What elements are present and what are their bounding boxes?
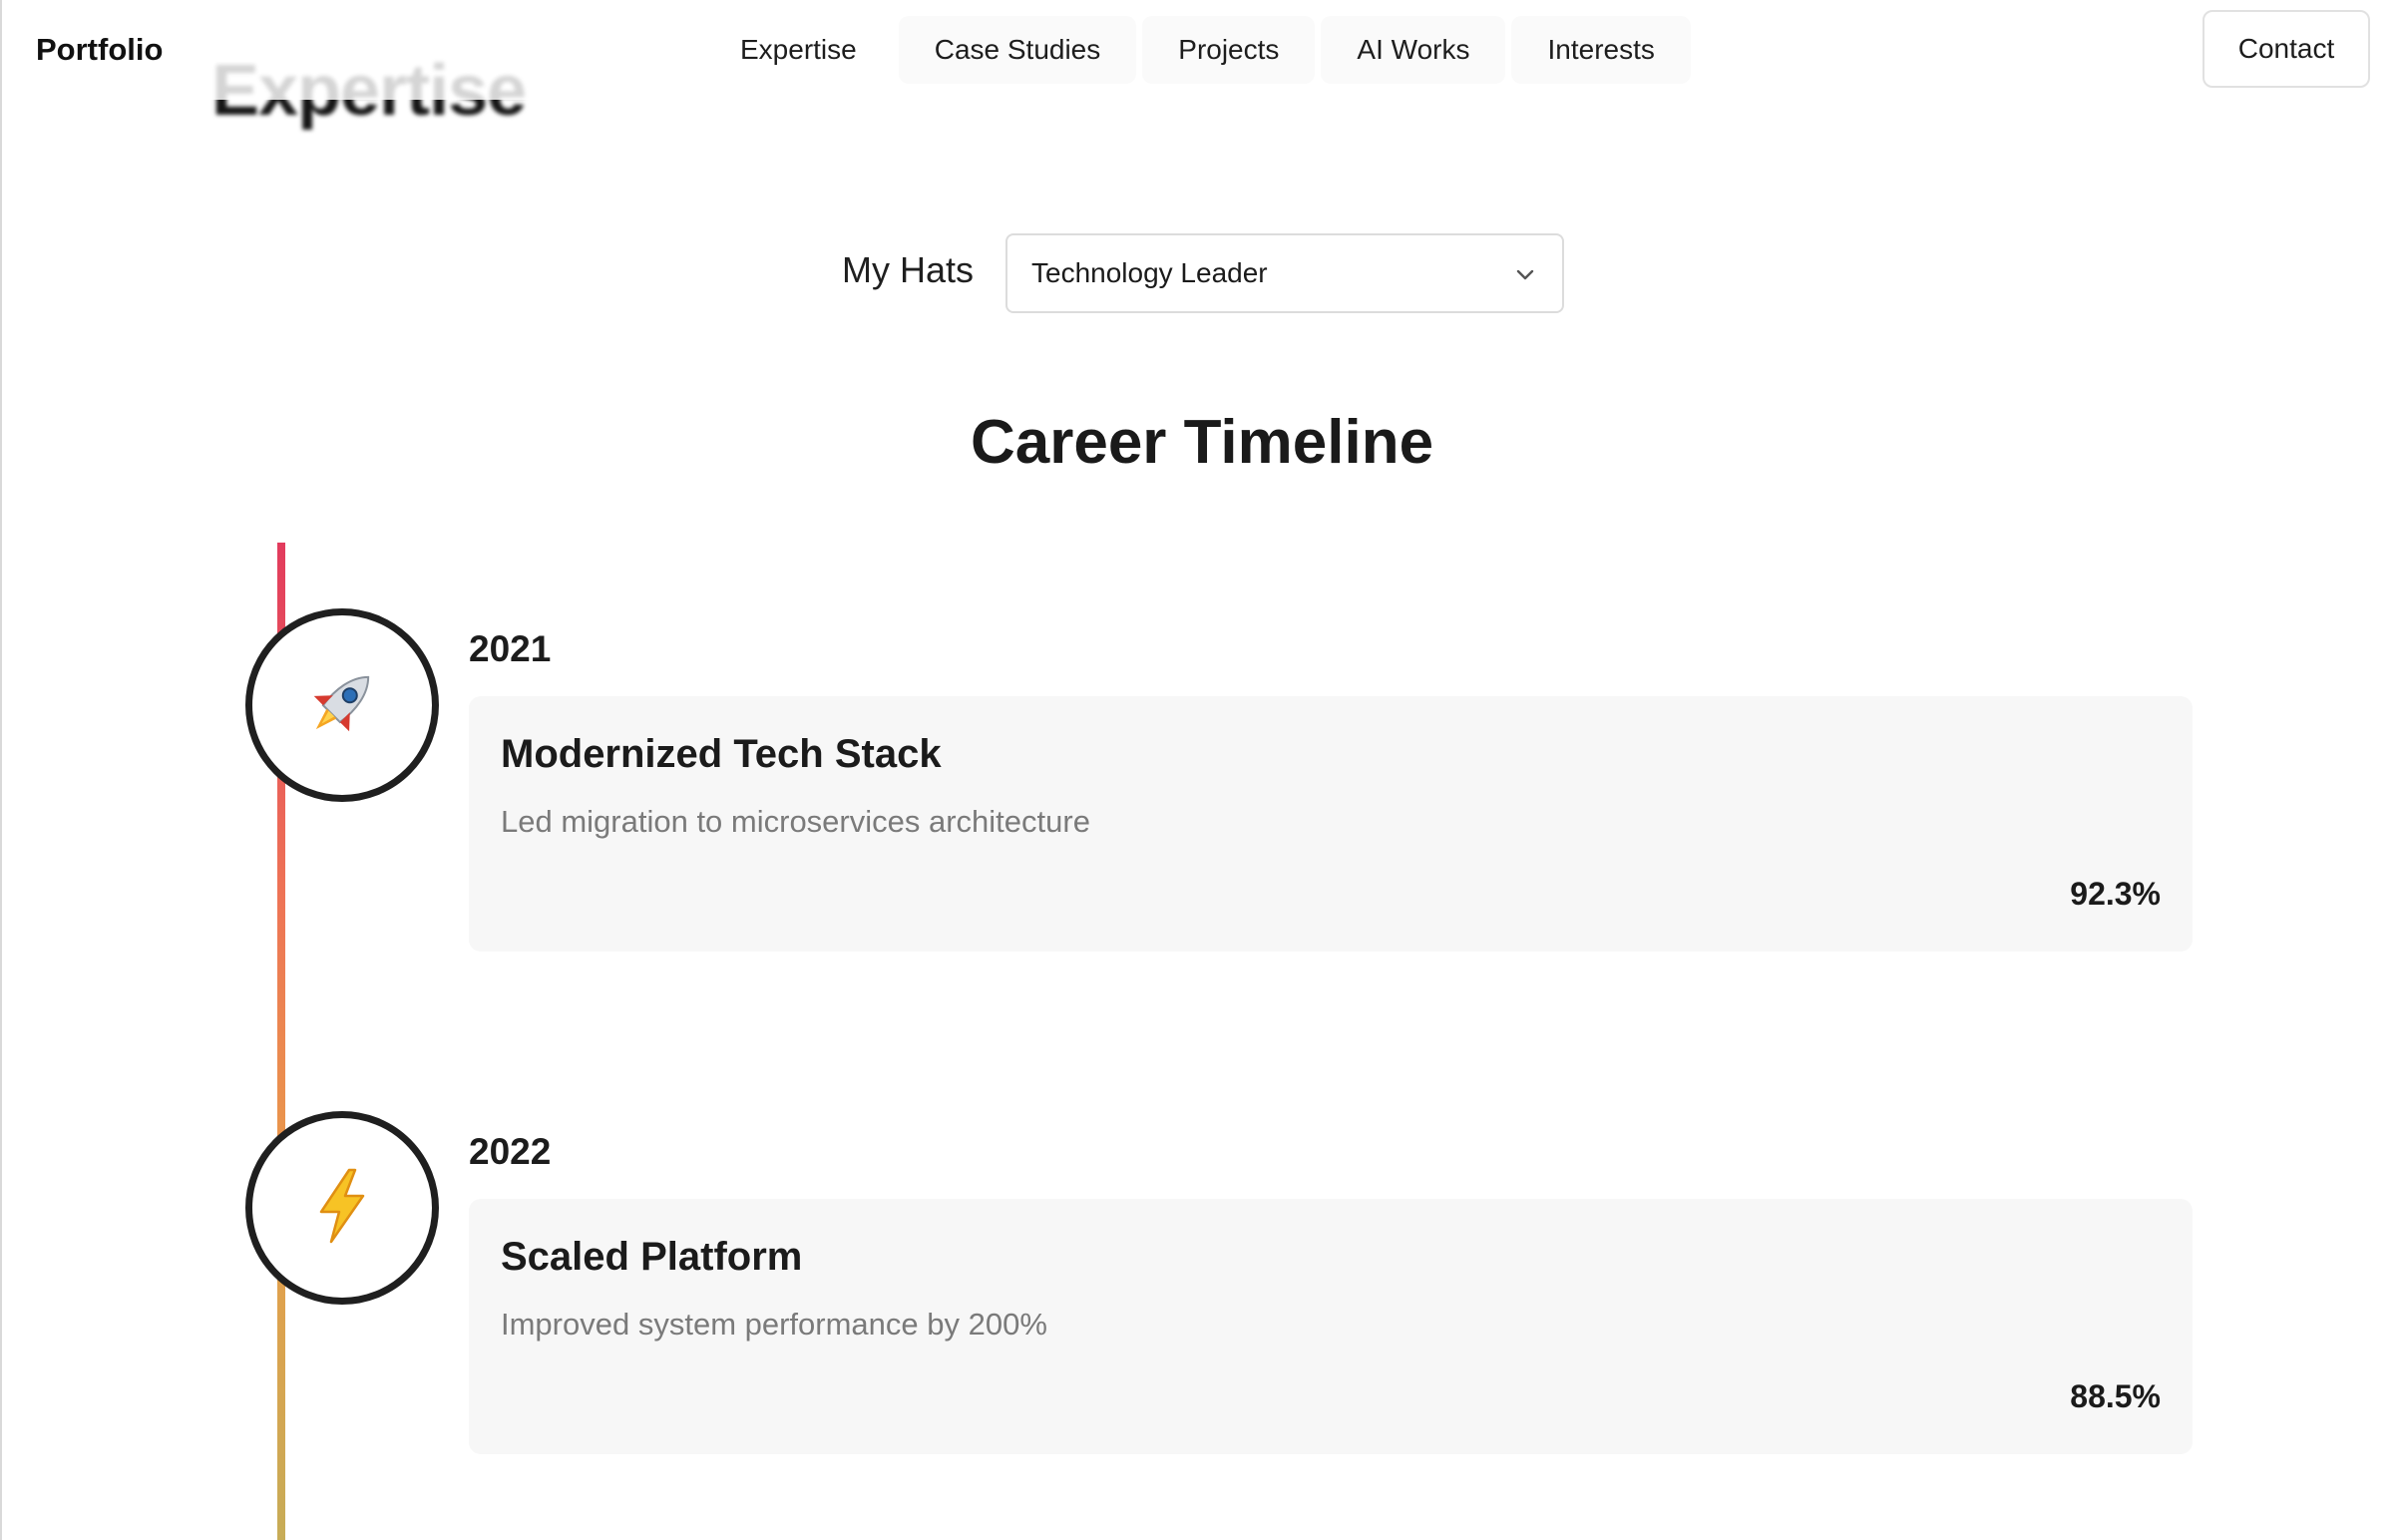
card-title: Scaled Platform	[501, 1235, 803, 1279]
card-description: Improved system performance by 200%	[501, 1307, 1047, 1342]
timeline-marker	[245, 1111, 439, 1305]
timeline-card: Modernized Tech Stack Led migration to m…	[469, 696, 2193, 952]
entry-year: 2022	[469, 1131, 552, 1172]
card-title: Modernized Tech Stack	[501, 732, 942, 776]
hats-selected-value: Technology Leader	[1031, 257, 1268, 288]
hats-select[interactable]: Technology Leader	[1005, 233, 1564, 313]
nav-item-interests[interactable]: Interests	[1511, 16, 1691, 84]
card-score: 92.3%	[2070, 876, 2161, 912]
nav-item-case-studies[interactable]: Case Studies	[898, 16, 1137, 84]
card-description: Led migration to microservices architect…	[501, 804, 1090, 839]
rocket-icon	[299, 660, 385, 751]
lightning-icon	[307, 1166, 377, 1251]
timeline-card: Scaled Platform Improved system performa…	[469, 1199, 2193, 1454]
portfolio-page: Expertise Portfolio Expertise Case Studi…	[0, 0, 2402, 1540]
chevron-down-icon	[1514, 261, 1536, 293]
nav-item-ai-works[interactable]: AI Works	[1321, 16, 1506, 84]
timeline-marker	[245, 608, 439, 802]
contact-button[interactable]: Contact	[2202, 10, 2370, 88]
career-timeline-title: Career Timeline	[970, 408, 1434, 477]
entry-year: 2021	[469, 628, 552, 669]
nav-item-expertise[interactable]: Expertise	[704, 16, 893, 84]
hats-label: My Hats	[842, 249, 975, 290]
brand-logo[interactable]: Portfolio	[36, 32, 163, 68]
card-score: 88.5%	[2070, 1378, 2161, 1414]
nav-menu: Expertise Case Studies Projects AI Works…	[704, 16, 1691, 84]
top-navbar: Portfolio Expertise Case Studies Project…	[2, 0, 2402, 100]
nav-item-projects[interactable]: Projects	[1142, 16, 1316, 84]
